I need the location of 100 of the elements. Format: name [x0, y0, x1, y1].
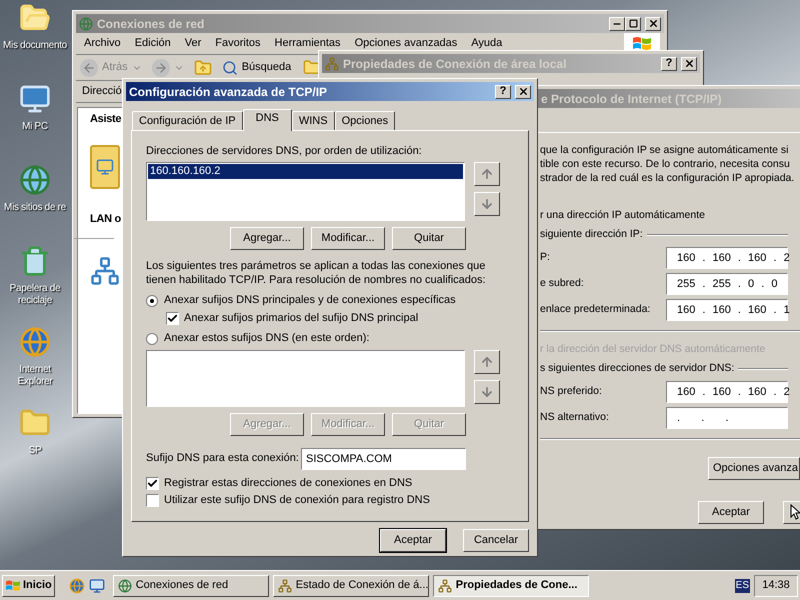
checkbox[interactable] — [166, 312, 179, 325]
close-icon — [684, 58, 694, 69]
address-label: Direcció — [82, 84, 122, 100]
icon-label[interactable]: Mi PC — [22, 121, 48, 133]
maximize-button[interactable] — [625, 16, 641, 30]
push-button[interactable]: Cancelar — [463, 529, 529, 552]
folder-icon[interactable] — [303, 59, 320, 76]
close-button[interactable] — [515, 84, 531, 98]
menu-item[interactable]: Opciones avanzadas — [354, 35, 458, 52]
list-label: Direcciones de servidores DNS, por orden de utilización: — [146, 144, 423, 159]
window-title: Configuración avanzada de TCP/IP — [129, 84, 328, 100]
tab[interactable]: WINS — [292, 111, 335, 130]
tab[interactable]: DNS — [242, 109, 292, 131]
field-label: NS preferido: — [540, 384, 602, 400]
ip-address-field[interactable]: 160 . 160 . 160 . 1 — [666, 299, 788, 321]
checkbox[interactable] — [146, 476, 159, 490]
help-button[interactable]: ? — [661, 56, 677, 70]
move-down-button[interactable] — [474, 380, 500, 404]
checkbox[interactable] — [146, 494, 159, 506]
check-icon — [167, 313, 178, 324]
tab[interactable]: Configuración de IP — [132, 111, 243, 130]
icon-label[interactable]: Mis sitios de re — [4, 202, 66, 214]
language-indicator[interactable]: ES — [734, 578, 750, 592]
globe-icon — [118, 578, 132, 592]
menu-item[interactable]: Edición — [134, 35, 171, 52]
globe-icon — [79, 16, 93, 30]
desktop-icon[interactable] — [88, 578, 105, 594]
option-label[interactable]: r una dirección IP automáticamente — [540, 205, 788, 225]
connection-icon — [325, 56, 339, 70]
menu-item[interactable]: Ver — [184, 35, 202, 52]
icon-label[interactable]: Mis documento — [3, 40, 67, 52]
connection-icon — [438, 578, 452, 592]
taskbar-button[interactable]: Estado de Conexión de á... — [272, 574, 429, 596]
maximize-icon — [628, 19, 638, 28]
list-item[interactable]: 160.160.160.2 — [148, 164, 463, 178]
radio-button[interactable] — [146, 294, 158, 306]
checkbox-label[interactable]: Anexar sufijos primarios del sufijo DNS principal — [184, 310, 418, 327]
field-label: P: — [540, 250, 550, 266]
minimize-button[interactable] — [609, 16, 625, 30]
taskbar-button[interactable]: Propiedades de Cone... — [432, 574, 589, 596]
field-label: Sufijo DNS para esta conexión: — [146, 451, 299, 466]
push-button[interactable]: Aceptar — [698, 501, 764, 524]
windows-logo-icon — [5, 578, 21, 592]
globe-icon[interactable] — [68, 578, 85, 594]
search-button[interactable]: Búsqueda — [222, 59, 292, 76]
description-text: Los siguientes tres parámetros se aplican a todas las conexiones que tienen habilitado TCP/IP. Para resolución de nombres no cualificados: — [146, 258, 487, 286]
field-label: e subred: — [540, 276, 584, 292]
ip-address-field[interactable]: 255 . 255 . 0 . 0 — [666, 273, 788, 295]
help-button[interactable]: ? — [495, 84, 511, 98]
window-title: Conexiones de red — [97, 16, 206, 32]
close-button[interactable] — [645, 16, 661, 30]
group-header: LAN o — [90, 212, 121, 227]
push-button[interactable]: Agregar... — [230, 226, 304, 250]
arrow-down-icon — [480, 384, 494, 398]
connection-icon — [278, 578, 292, 592]
description-text: strador de la red cuál es la configuración IP apropiada. — [540, 171, 796, 185]
push-button[interactable]: Opciones avanza — [708, 457, 800, 480]
close-button[interactable] — [681, 56, 697, 70]
windows-logo-icon — [632, 34, 652, 52]
close-icon — [518, 86, 528, 97]
menu-item[interactable]: Ayuda — [471, 35, 502, 52]
group-label: s siguientes direcciones de servidor DNS: — [540, 361, 734, 376]
radio-label[interactable]: Anexar sufijos DNS principales y de conexiones específicas — [164, 292, 456, 309]
menu-item[interactable]: Herramientas — [274, 35, 341, 52]
group-label: siguiente dirección IP: — [540, 227, 643, 242]
computer-icon[interactable] — [19, 83, 51, 115]
description-text: que la configuración IP se asigne automáticamente si — [540, 143, 790, 157]
field-label: NS alternativo: — [540, 410, 609, 426]
start-button[interactable]: Inicio — [2, 574, 55, 596]
menu-item[interactable]: Favoritos — [215, 35, 261, 52]
check-icon — [147, 478, 158, 488]
ip-address-field[interactable]: 160 . 160 . 160 . 2 — [666, 381, 788, 403]
pointer-icon — [790, 504, 800, 520]
field-label: enlace predeterminada: — [540, 302, 650, 318]
trash-icon[interactable] — [19, 245, 51, 277]
push-button[interactable]: Quitar — [392, 226, 466, 250]
search-icon — [222, 60, 238, 76]
move-down-button[interactable] — [474, 192, 500, 216]
close-icon — [648, 18, 658, 29]
description-text: tible con este recurso. De lo contrario, necesita consu — [540, 157, 791, 171]
move-up-button[interactable] — [474, 162, 500, 186]
taskbar-button[interactable]: Conexiones de red — [112, 574, 269, 596]
move-up-button[interactable] — [474, 350, 500, 374]
ip-address-field[interactable]: 160 . 160 . 160 . 2 — [666, 247, 788, 269]
radio-label[interactable]: Anexar estos sufijos DNS (en este orden): — [164, 330, 370, 347]
suffix-input[interactable]: SISCOMPA.COM — [301, 448, 466, 470]
icon-label[interactable]: Papelera de reciclaje — [1, 283, 69, 307]
checkbox-label[interactable]: Registrar estas direcciones de conexiones en DNS — [164, 474, 412, 492]
globe-icon[interactable] — [19, 164, 51, 196]
checkbox-label[interactable]: Utilizar este sufijo DNS de conexión para registro DNS — [164, 492, 430, 508]
push-button[interactable]: Modificar... — [311, 226, 385, 250]
menu-item[interactable]: Archivo — [84, 35, 121, 52]
tab[interactable]: Opciones — [334, 111, 396, 130]
arrow-down-icon — [480, 196, 494, 210]
push-button[interactable]: Aceptar — [380, 529, 446, 552]
radio-button[interactable] — [146, 332, 158, 344]
ip-address-field[interactable]: . . . — [666, 407, 788, 429]
arrow-up-icon — [480, 166, 494, 180]
pane-header: Asiste — [90, 112, 122, 127]
clock: 14:38 — [754, 574, 798, 596]
